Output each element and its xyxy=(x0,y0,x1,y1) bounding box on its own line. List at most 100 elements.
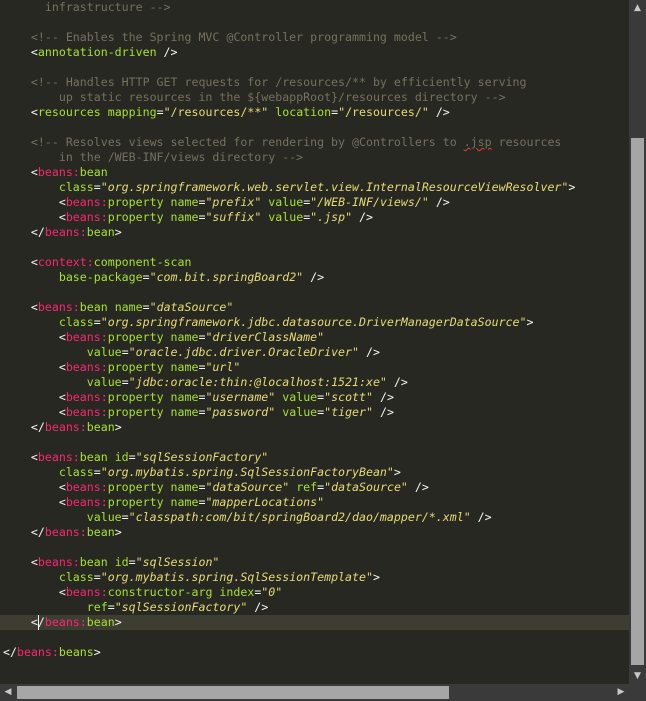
scroll-down-arrow-icon[interactable]: ▼ xyxy=(629,668,646,684)
code-line[interactable]: ref="sqlSessionFactory" /> xyxy=(0,600,629,615)
code-tag-prefix: beans: xyxy=(65,390,108,404)
code-string: ".jsp" xyxy=(310,210,353,224)
horizontal-scroll-thumb[interactable] xyxy=(17,686,449,699)
code-punctuation: > xyxy=(372,570,380,584)
code-line[interactable]: in the /WEB-INF/views directory --> xyxy=(0,150,629,165)
code-attribute: property xyxy=(107,330,164,344)
code-attribute: name xyxy=(170,495,199,509)
code-area[interactable]: infrastructure --> <!-- Enables the Spri… xyxy=(0,0,629,660)
code-line[interactable]: <!-- Resolves views selected for renderi… xyxy=(0,135,629,150)
code-punctuation: /> xyxy=(428,105,450,119)
code-line[interactable] xyxy=(0,15,629,30)
code-line[interactable]: <beans:property name="dataSource" ref="d… xyxy=(0,480,629,495)
vertical-scroll-thumb[interactable] xyxy=(631,138,644,665)
scroll-up-arrow-icon[interactable]: ▲ xyxy=(629,0,646,16)
code-attribute: property xyxy=(107,495,164,509)
code-attribute: component-scan xyxy=(93,255,192,269)
code-punctuation: < xyxy=(58,195,66,209)
code-line[interactable]: <!-- Handles HTTP GET requests for /reso… xyxy=(0,75,629,90)
code-line[interactable]: <beans:property name="url" xyxy=(0,360,629,375)
code-attribute: name xyxy=(170,390,199,404)
code-line[interactable]: value="classpath:com/bit/springBoard2/da… xyxy=(0,510,629,525)
code-line[interactable]: value="oracle.jdbc.driver.OracleDriver" … xyxy=(0,345,629,360)
code-editor[interactable]: infrastructure --> <!-- Enables the Spri… xyxy=(0,0,629,684)
code-punctuation: > xyxy=(568,180,576,194)
code-line[interactable]: infrastructure --> xyxy=(0,0,629,15)
code-punctuation: > xyxy=(526,315,534,329)
code-line[interactable]: <beans:property name="driverClassName" xyxy=(0,330,629,345)
code-attribute: resources xyxy=(37,105,101,119)
code-line[interactable]: base-package="com.bit.springBoard2" /> xyxy=(0,270,629,285)
code-equals: = xyxy=(93,570,101,584)
code-line[interactable]: <beans:constructor-arg index="0" xyxy=(0,585,629,600)
code-attribute: property xyxy=(107,390,164,404)
code-attribute: ref xyxy=(86,600,108,614)
code-attribute: property xyxy=(107,480,164,494)
code-line[interactable]: <beans:bean name="dataSource" xyxy=(0,300,629,315)
code-punctuation: /> xyxy=(247,600,269,614)
code-line[interactable]: <beans:bean id="sqlSession" xyxy=(0,555,629,570)
code-equals: = xyxy=(93,180,101,194)
code-line[interactable] xyxy=(0,540,629,555)
code-line[interactable]: <beans:bean xyxy=(0,165,629,180)
code-line[interactable] xyxy=(0,240,629,255)
code-punctuation: </ xyxy=(30,420,45,434)
code-comment: infrastructure --> xyxy=(3,0,171,14)
code-string: "org.mybatis.spring.SqlSessionFactoryBea… xyxy=(100,465,394,479)
code-string: "sqlSessionFactory" xyxy=(135,450,269,464)
code-line[interactable]: </beans:bean> xyxy=(0,525,629,540)
code-line[interactable]: class="org.springframework.web.servlet.v… xyxy=(0,180,629,195)
code-attribute: name xyxy=(114,300,143,314)
code-line[interactable]: <resources mapping="/resources/**" locat… xyxy=(0,105,629,120)
vertical-scrollbar[interactable]: ▲ ▼ xyxy=(629,0,646,684)
code-line[interactable]: <beans:property name="password" value="t… xyxy=(0,405,629,420)
code-line[interactable]: class="org.mybatis.spring.SqlSessionFact… xyxy=(0,465,629,480)
code-equals: = xyxy=(93,465,101,479)
code-line[interactable]: <beans:property name="mapperLocations" xyxy=(0,495,629,510)
code-tag-prefix: beans: xyxy=(16,645,59,659)
scroll-right-arrow-icon[interactable]: ▶ xyxy=(613,684,629,701)
code-punctuation: /> xyxy=(470,510,492,524)
code-line[interactable]: <annotation-driven /> xyxy=(0,45,629,60)
code-line[interactable]: </beans:bean> xyxy=(0,420,629,435)
code-line[interactable] xyxy=(0,435,629,450)
horizontal-scrollbar[interactable]: ◀ ▶ xyxy=(0,684,629,701)
code-line[interactable]: </beans:bean> xyxy=(0,615,629,630)
code-line[interactable]: <beans:property name="suffix" value=".js… xyxy=(0,210,629,225)
code-line[interactable]: class="org.springframework.jdbc.datasour… xyxy=(0,315,629,330)
code-attribute: bean xyxy=(86,225,115,239)
code-line[interactable]: class="org.mybatis.spring.SqlSessionTemp… xyxy=(0,570,629,585)
code-line[interactable]: up static resources in the ${webappRoot}… xyxy=(0,90,629,105)
code-attribute: beans xyxy=(58,645,94,659)
code-attribute: property xyxy=(107,405,164,419)
code-line[interactable]: <beans:property name="username" value="s… xyxy=(0,390,629,405)
code-line[interactable]: value="jdbc:oracle:thin:@localhost:1521:… xyxy=(0,375,629,390)
code-line[interactable]: <context:component-scan xyxy=(0,255,629,270)
code-line[interactable] xyxy=(0,285,629,300)
code-punctuation: </ xyxy=(30,225,45,239)
code-line[interactable] xyxy=(0,60,629,75)
code-comment: in the /WEB-INF/views directory --> xyxy=(3,150,304,164)
code-attribute: value xyxy=(86,375,122,389)
code-line[interactable]: </beans:beans> xyxy=(0,645,629,660)
code-line[interactable] xyxy=(0,630,629,645)
code-string: "com.bit.springBoard2" xyxy=(149,270,304,284)
code-line[interactable]: <beans:bean id="sqlSessionFactory" xyxy=(0,450,629,465)
code-line[interactable] xyxy=(0,120,629,135)
code-line[interactable]: <beans:property name="prefix" value="/WE… xyxy=(0,195,629,210)
code-line[interactable]: </beans:bean> xyxy=(0,225,629,240)
scroll-left-arrow-icon[interactable]: ◀ xyxy=(0,684,16,701)
code-line[interactable]: <!-- Enables the Spring MVC @Controller … xyxy=(0,30,629,45)
code-string: "jdbc:oracle:thin:@localhost:1521:xe" xyxy=(128,375,387,389)
